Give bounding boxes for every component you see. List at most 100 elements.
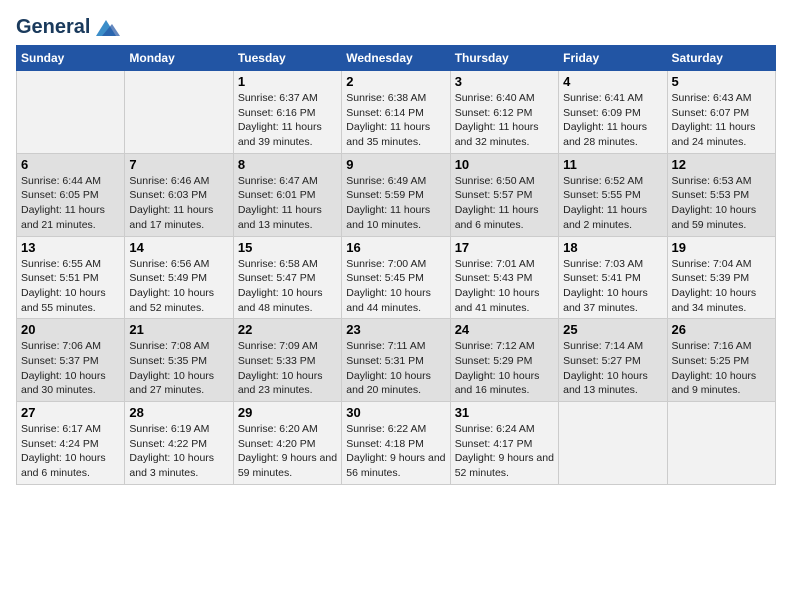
day-info: Sunrise: 6:44 AM Sunset: 6:05 PM Dayligh… xyxy=(21,174,120,233)
calendar-cell: 6 Sunrise: 6:44 AM Sunset: 6:05 PM Daylig… xyxy=(17,153,125,236)
calendar-cell: 16 Sunrise: 7:00 AM Sunset: 5:45 PM Dayli… xyxy=(342,236,450,319)
calendar-cell: 11 Sunrise: 6:52 AM Sunset: 5:55 PM Dayli… xyxy=(559,153,667,236)
day-number: 15 xyxy=(238,240,337,255)
header-monday: Monday xyxy=(125,46,233,71)
day-info: Sunrise: 6:37 AM Sunset: 6:16 PM Dayligh… xyxy=(238,91,337,150)
day-number: 13 xyxy=(21,240,120,255)
calendar-cell: 18Sunrise: 7:03 AM Sunset: 5:41 PM Dayli… xyxy=(559,236,667,319)
calendar-header-row: SundayMondayTuesdayWednesdayThursdayFrid… xyxy=(17,46,776,71)
calendar-cell: 22 Sunrise: 7:09 AM Sunset: 5:33 PM Dayli… xyxy=(233,319,341,402)
day-info: Sunrise: 7:14 AM Sunset: 5:27 PM Dayligh… xyxy=(563,339,662,398)
page-header: General xyxy=(16,16,776,35)
calendar-cell: 9Sunrise: 6:49 AM Sunset: 5:59 PM Daylig… xyxy=(342,153,450,236)
day-info: Sunrise: 6:56 AM Sunset: 5:49 PM Dayligh… xyxy=(129,257,228,316)
day-number: 28 xyxy=(129,405,228,420)
logo-icon xyxy=(92,18,120,38)
day-number: 20 xyxy=(21,322,120,337)
header-friday: Friday xyxy=(559,46,667,71)
day-number: 11 xyxy=(563,157,662,172)
calendar-week-1: 1Sunrise: 6:37 AM Sunset: 6:16 PM Daylig… xyxy=(17,71,776,154)
day-info: Sunrise: 6:20 AM Sunset: 4:20 PM Dayligh… xyxy=(238,422,337,481)
calendar-cell: 17 Sunrise: 7:01 AM Sunset: 5:43 PM Dayli… xyxy=(450,236,558,319)
calendar-table: SundayMondayTuesdayWednesdayThursdayFrid… xyxy=(16,45,776,485)
logo-general: General xyxy=(16,16,90,39)
day-info: Sunrise: 7:08 AM Sunset: 5:35 PM Dayligh… xyxy=(129,339,228,398)
day-number: 6 xyxy=(21,157,120,172)
header-wednesday: Wednesday xyxy=(342,46,450,71)
day-info: Sunrise: 6:55 AM Sunset: 5:51 PM Dayligh… xyxy=(21,257,120,316)
day-number: 12 xyxy=(672,157,771,172)
day-number: 24 xyxy=(455,322,554,337)
calendar-cell: 26Sunrise: 7:16 AM Sunset: 5:25 PM Dayli… xyxy=(667,319,775,402)
calendar-cell xyxy=(559,402,667,485)
day-number: 9 xyxy=(346,157,445,172)
day-number: 17 xyxy=(455,240,554,255)
day-info: Sunrise: 6:52 AM Sunset: 5:55 PM Dayligh… xyxy=(563,174,662,233)
day-number: 22 xyxy=(238,322,337,337)
day-number: 16 xyxy=(346,240,445,255)
calendar-cell: 28 Sunrise: 6:19 AM Sunset: 4:22 PM Dayli… xyxy=(125,402,233,485)
day-number: 14 xyxy=(129,240,228,255)
day-number: 21 xyxy=(129,322,228,337)
calendar-cell: 15 Sunrise: 6:58 AM Sunset: 5:47 PM Dayli… xyxy=(233,236,341,319)
calendar-cell: 10 Sunrise: 6:50 AM Sunset: 5:57 PM Dayli… xyxy=(450,153,558,236)
header-sunday: Sunday xyxy=(17,46,125,71)
day-info: Sunrise: 7:16 AM Sunset: 5:25 PM Dayligh… xyxy=(672,339,771,398)
day-info: Sunrise: 6:24 AM Sunset: 4:17 PM Dayligh… xyxy=(455,422,554,481)
day-number: 30 xyxy=(346,405,445,420)
day-info: Sunrise: 6:19 AM Sunset: 4:22 PM Dayligh… xyxy=(129,422,228,481)
calendar-cell: 13 Sunrise: 6:55 AM Sunset: 5:51 PM Dayli… xyxy=(17,236,125,319)
calendar-cell: 19Sunrise: 7:04 AM Sunset: 5:39 PM Dayli… xyxy=(667,236,775,319)
day-info: Sunrise: 7:11 AM Sunset: 5:31 PM Dayligh… xyxy=(346,339,445,398)
day-number: 3 xyxy=(455,74,554,89)
day-number: 27 xyxy=(21,405,120,420)
day-number: 29 xyxy=(238,405,337,420)
calendar-cell xyxy=(125,71,233,154)
day-number: 7 xyxy=(129,157,228,172)
calendar-week-5: 27 Sunrise: 6:17 AM Sunset: 4:24 PM Dayli… xyxy=(17,402,776,485)
calendar-cell xyxy=(17,71,125,154)
calendar-cell: 25 Sunrise: 7:14 AM Sunset: 5:27 PM Dayli… xyxy=(559,319,667,402)
header-saturday: Saturday xyxy=(667,46,775,71)
day-info: Sunrise: 6:38 AM Sunset: 6:14 PM Dayligh… xyxy=(346,91,445,150)
calendar-week-4: 20 Sunrise: 7:06 AM Sunset: 5:37 PM Dayli… xyxy=(17,319,776,402)
day-info: Sunrise: 7:09 AM Sunset: 5:33 PM Dayligh… xyxy=(238,339,337,398)
day-number: 31 xyxy=(455,405,554,420)
calendar-cell: 31 Sunrise: 6:24 AM Sunset: 4:17 PM Dayli… xyxy=(450,402,558,485)
day-info: Sunrise: 6:46 AM Sunset: 6:03 PM Dayligh… xyxy=(129,174,228,233)
day-number: 4 xyxy=(563,74,662,89)
day-info: Sunrise: 7:00 AM Sunset: 5:45 PM Dayligh… xyxy=(346,257,445,316)
day-info: Sunrise: 7:12 AM Sunset: 5:29 PM Dayligh… xyxy=(455,339,554,398)
calendar-cell: 12 Sunrise: 6:53 AM Sunset: 5:53 PM Dayli… xyxy=(667,153,775,236)
day-number: 2 xyxy=(346,74,445,89)
day-info: Sunrise: 6:50 AM Sunset: 5:57 PM Dayligh… xyxy=(455,174,554,233)
day-number: 5 xyxy=(672,74,771,89)
calendar-cell: 4Sunrise: 6:41 AM Sunset: 6:09 PM Daylig… xyxy=(559,71,667,154)
calendar-cell: 7 Sunrise: 6:46 AM Sunset: 6:03 PM Daylig… xyxy=(125,153,233,236)
day-number: 25 xyxy=(563,322,662,337)
day-info: Sunrise: 6:53 AM Sunset: 5:53 PM Dayligh… xyxy=(672,174,771,233)
calendar-cell: 5 Sunrise: 6:43 AM Sunset: 6:07 PM Daylig… xyxy=(667,71,775,154)
calendar-week-2: 6 Sunrise: 6:44 AM Sunset: 6:05 PM Daylig… xyxy=(17,153,776,236)
calendar-cell: 29 Sunrise: 6:20 AM Sunset: 4:20 PM Dayli… xyxy=(233,402,341,485)
day-info: Sunrise: 6:17 AM Sunset: 4:24 PM Dayligh… xyxy=(21,422,120,481)
day-info: Sunrise: 6:47 AM Sunset: 6:01 PM Dayligh… xyxy=(238,174,337,233)
day-info: Sunrise: 6:40 AM Sunset: 6:12 PM Dayligh… xyxy=(455,91,554,150)
day-info: Sunrise: 7:04 AM Sunset: 5:39 PM Dayligh… xyxy=(672,257,771,316)
day-number: 23 xyxy=(346,322,445,337)
day-info: Sunrise: 6:43 AM Sunset: 6:07 PM Dayligh… xyxy=(672,91,771,150)
day-info: Sunrise: 6:22 AM Sunset: 4:18 PM Dayligh… xyxy=(346,422,445,481)
calendar-cell xyxy=(667,402,775,485)
calendar-cell: 20 Sunrise: 7:06 AM Sunset: 5:37 PM Dayli… xyxy=(17,319,125,402)
calendar-cell: 3 Sunrise: 6:40 AM Sunset: 6:12 PM Daylig… xyxy=(450,71,558,154)
day-info: Sunrise: 7:01 AM Sunset: 5:43 PM Dayligh… xyxy=(455,257,554,316)
day-number: 10 xyxy=(455,157,554,172)
calendar-week-3: 13 Sunrise: 6:55 AM Sunset: 5:51 PM Dayli… xyxy=(17,236,776,319)
day-number: 8 xyxy=(238,157,337,172)
calendar-cell: 27 Sunrise: 6:17 AM Sunset: 4:24 PM Dayli… xyxy=(17,402,125,485)
calendar-cell: 21 Sunrise: 7:08 AM Sunset: 5:35 PM Dayli… xyxy=(125,319,233,402)
day-info: Sunrise: 6:58 AM Sunset: 5:47 PM Dayligh… xyxy=(238,257,337,316)
day-info: Sunrise: 7:06 AM Sunset: 5:37 PM Dayligh… xyxy=(21,339,120,398)
logo: General xyxy=(16,16,120,35)
calendar-cell: 24 Sunrise: 7:12 AM Sunset: 5:29 PM Dayli… xyxy=(450,319,558,402)
